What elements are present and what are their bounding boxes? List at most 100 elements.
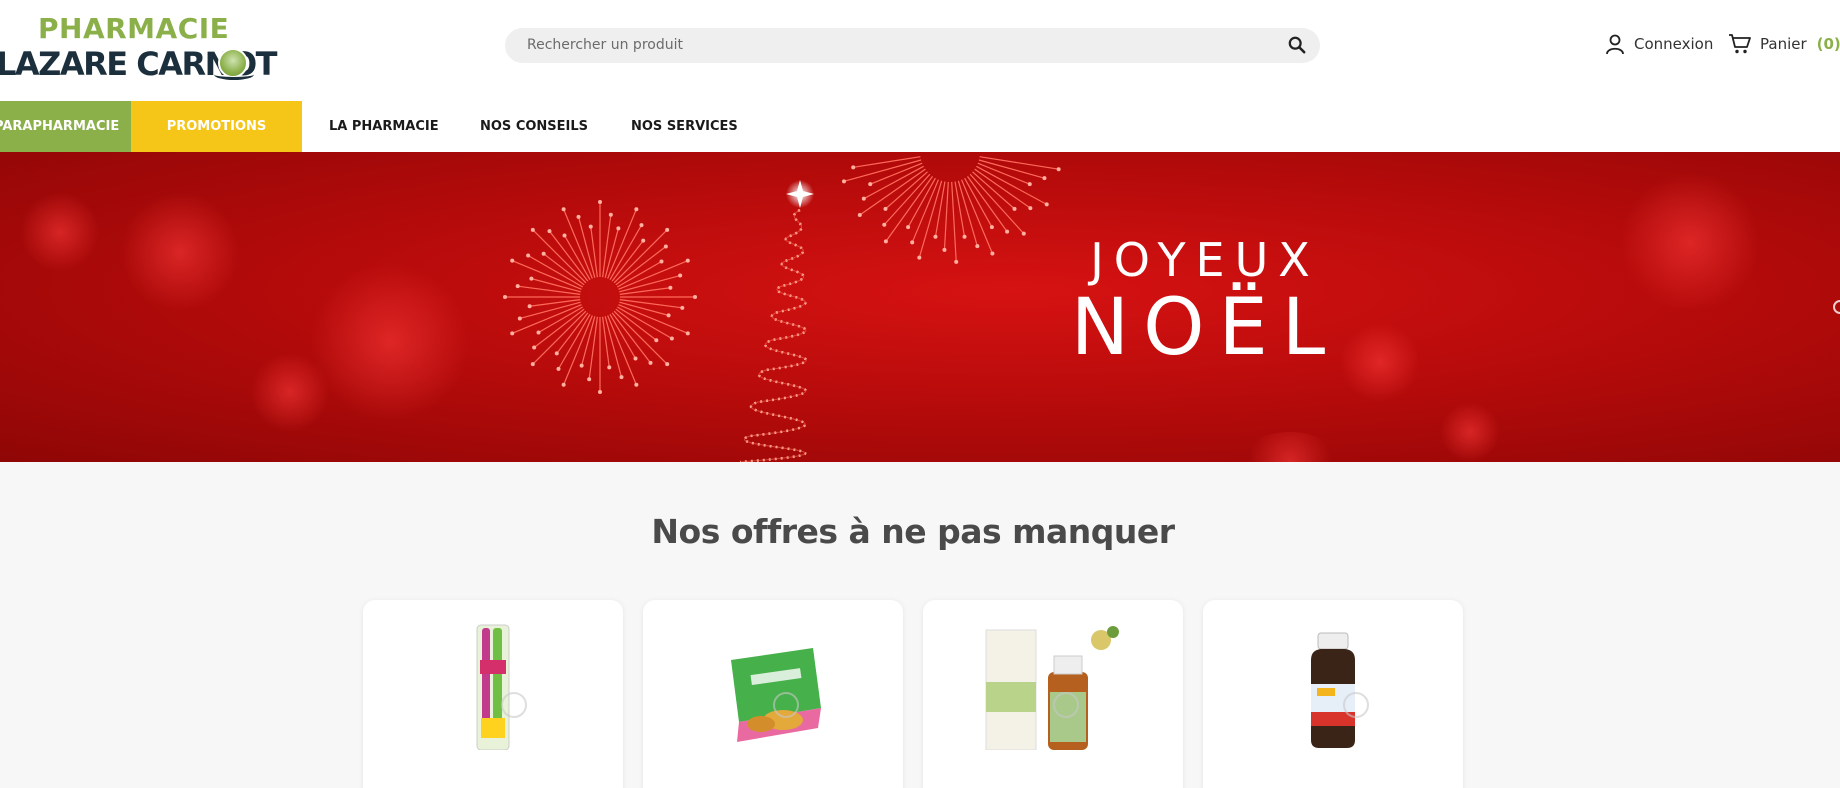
product-card[interactable]: [1203, 600, 1463, 788]
firework-ray: [943, 181, 949, 250]
bokeh-light: [1440, 402, 1500, 462]
firework-ray: [969, 173, 1025, 234]
firework-spark: [541, 251, 546, 256]
product-card[interactable]: [643, 600, 903, 788]
firework-spark: [906, 225, 911, 230]
firework-spark: [556, 366, 561, 371]
firework-ray: [978, 159, 1045, 179]
firework-spark: [547, 229, 552, 234]
firework-spark: [530, 362, 535, 367]
wishlist-icon[interactable]: [1053, 692, 1079, 718]
firework-spark: [851, 165, 856, 170]
firework-spark: [989, 225, 994, 230]
search-bar[interactable]: Rechercher un produit: [505, 28, 1320, 63]
firework-spark: [1027, 182, 1032, 187]
firework-ray: [951, 181, 957, 262]
wishlist-icon[interactable]: [773, 692, 799, 718]
firework-spark: [527, 304, 532, 309]
nav-label: PARAPHARMACIE: [0, 119, 120, 134]
firework-spark: [608, 212, 613, 217]
slider-next-icon[interactable]: [1833, 300, 1840, 314]
product-card[interactable]: [363, 600, 623, 788]
firework-spark: [1005, 229, 1010, 234]
sleep-supplement-box-product-image: [731, 648, 821, 742]
site-header: PHARMACIE LAZARE CARNOT Rechercher un pr…: [0, 0, 1840, 101]
offers-title: Nos offres à ne pas manquer: [651, 512, 1175, 551]
nav-item-nos-conseils[interactable]: NOS CONSEILS: [480, 101, 588, 152]
pranarom-tea-tree-oil-product-image: [985, 626, 1119, 750]
firework-ray: [957, 180, 978, 247]
firework-spark: [510, 331, 515, 336]
wishlist-icon[interactable]: [501, 692, 527, 718]
firework-spark: [665, 227, 670, 232]
firework-spark: [654, 338, 659, 343]
firework-spark: [685, 258, 690, 263]
hero-banner[interactable]: JOYEUX NOËL: [0, 152, 1840, 462]
cart-label: Panier: [1760, 35, 1807, 53]
site-logo[interactable]: PHARMACIE LAZARE CARNOT: [0, 12, 277, 83]
firework-spark: [990, 251, 995, 256]
banner-line1: JOYEUX: [1090, 233, 1320, 287]
nav-item-parapharmacie[interactable]: PARAPHARMACIE: [0, 101, 131, 152]
product-card[interactable]: [923, 600, 1183, 788]
firework-spark: [668, 285, 673, 290]
firework-spark: [561, 382, 566, 387]
bokeh-light: [120, 192, 240, 312]
main-nav: PARAPHARMACIE PROMOTIONS LA PHARMACIE NO…: [0, 101, 1840, 152]
firework-ray: [590, 226, 598, 278]
firework-spark: [910, 240, 915, 245]
firework-spark: [648, 360, 653, 365]
firework-ray: [613, 310, 668, 365]
firework-ray: [853, 156, 921, 168]
firework-spark: [954, 259, 959, 264]
firework-spark: [503, 295, 507, 299]
firework-spark: [634, 382, 639, 387]
firework-spark: [607, 365, 612, 370]
firework-spark: [942, 247, 947, 252]
firework-spark: [1042, 176, 1047, 181]
firework-spark: [530, 227, 535, 232]
cart-link[interactable]: Panier (0): [1728, 31, 1840, 57]
firework-spark: [1012, 206, 1017, 211]
search-icon[interactable]: [1288, 36, 1306, 54]
search-input[interactable]: Rechercher un produit: [527, 37, 683, 53]
bokeh-light: [310, 262, 470, 422]
firework-spark: [598, 200, 602, 204]
firework-spark: [598, 390, 602, 394]
firework-spark: [639, 223, 644, 228]
firework-spark: [562, 233, 567, 238]
firework-spark: [587, 377, 592, 382]
cart-count: (0): [1816, 35, 1840, 53]
firework-spark: [536, 330, 541, 335]
christmas-tree-graphic: [739, 180, 814, 462]
bokeh-light: [1240, 432, 1340, 462]
firework-spark: [517, 316, 522, 321]
firework-ray: [588, 316, 598, 380]
firework-spark: [554, 351, 559, 356]
firework-spark: [962, 234, 967, 239]
firework-left: [503, 200, 697, 394]
firework-spark: [619, 375, 624, 380]
firework-spark: [561, 207, 566, 212]
bokeh-light: [20, 192, 100, 272]
firework-ray: [532, 229, 587, 284]
firework-spark: [1056, 167, 1061, 172]
firework-spark: [975, 244, 980, 249]
user-icon: [1606, 34, 1624, 55]
nav-item-promotions[interactable]: PROMOTIONS: [131, 101, 302, 152]
firework-spark: [641, 238, 646, 243]
firework-spark: [579, 363, 584, 368]
firework-ray: [619, 287, 671, 295]
firework-ray: [613, 229, 668, 284]
firework-spark: [663, 244, 668, 249]
logo-line1: PHARMACIE: [38, 12, 230, 45]
firework-ray: [602, 214, 612, 278]
login-link[interactable]: Connexion: [1604, 31, 1713, 57]
nav-item-nos-services[interactable]: NOS SERVICES: [631, 101, 738, 152]
banner-headline: JOYEUX NOËL: [1040, 234, 1370, 370]
toothbrush-product-image: [476, 624, 510, 750]
firework-ray: [604, 228, 619, 278]
wishlist-icon[interactable]: [1343, 692, 1369, 718]
login-label: Connexion: [1634, 35, 1714, 53]
nav-item-la-pharmacie[interactable]: LA PHARMACIE: [329, 101, 439, 152]
